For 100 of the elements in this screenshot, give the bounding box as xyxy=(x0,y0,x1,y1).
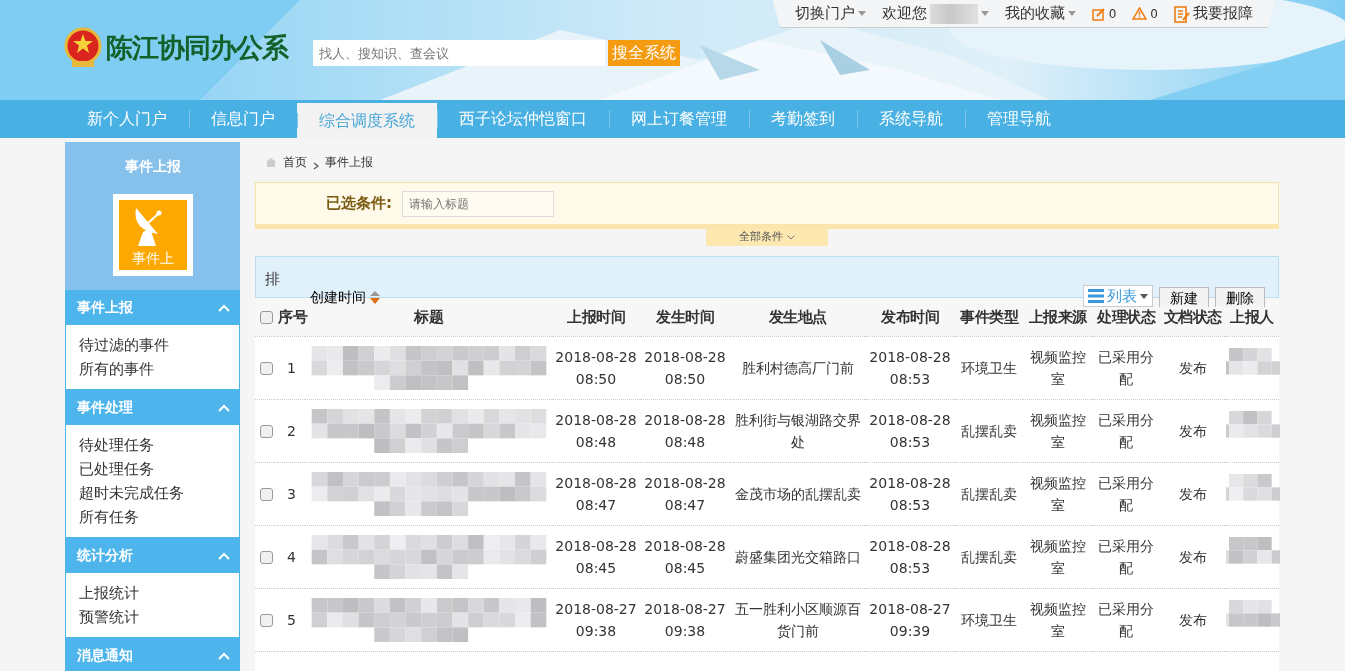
location-text: 五一胜利小区顺源百货门前 xyxy=(734,600,861,639)
list-icon xyxy=(1088,289,1104,303)
location-text: 金茂市场的乱摆乱卖 xyxy=(734,485,861,502)
warning-icon xyxy=(1132,7,1148,20)
sidebar-item[interactable]: 所有任务 xyxy=(79,505,239,529)
clipboard-icon xyxy=(1174,4,1190,23)
blurred-name xyxy=(929,3,978,24)
status-text: 已采用分配 xyxy=(1098,474,1154,513)
section-title: 事件处理 xyxy=(77,398,133,417)
date-time: 2018-08-28 08:53 xyxy=(869,348,951,387)
location-text: 胜利街与银湖路交界处 xyxy=(734,411,861,450)
row-number: 5 xyxy=(287,611,296,628)
date-time: 2018-08-28 08:53 xyxy=(869,411,951,450)
source-text: 视频监控室 xyxy=(1029,348,1086,387)
column-header[interactable]: 发生地点 xyxy=(768,307,827,326)
source-text: 视频监控室 xyxy=(1029,411,1086,450)
date-time: 2018-08-28 08:53 xyxy=(869,474,951,513)
row-checkbox[interactable] xyxy=(260,425,273,438)
emblem-icon xyxy=(64,27,102,69)
breadcrumb-link[interactable]: 首页 xyxy=(283,153,307,171)
column-header[interactable]: 上报时间 xyxy=(567,307,625,326)
date-time: 2018-08-28 08:47 xyxy=(555,474,637,513)
tile-label: 事件上 xyxy=(130,250,175,266)
status-text: 已采用分配 xyxy=(1098,411,1154,450)
sidebar-item[interactable]: 所有的事件 xyxy=(79,357,239,381)
status-text: 已采用分配 xyxy=(1098,600,1154,639)
sidebar-title: 事件上报 xyxy=(123,157,182,176)
status-text: 发布 xyxy=(1178,422,1207,439)
date-time: 2018-08-28 08:48 xyxy=(644,411,726,450)
column-header[interactable]: 处理状态 xyxy=(1097,307,1155,326)
section-title: 事件上报 xyxy=(77,298,133,317)
event-type: 环境卫生 xyxy=(961,359,1017,376)
sidebar-item[interactable]: 待处理任务 xyxy=(79,433,239,457)
column-header[interactable]: 发布时间 xyxy=(881,307,939,326)
column-header[interactable]: 文档状态 xyxy=(1163,307,1222,326)
location-text: 蔚盛集团光交箱路口 xyxy=(734,548,861,565)
date-time: 2018-08-28 08:50 xyxy=(644,348,726,387)
site-title: 陈江协同办公系 xyxy=(106,30,288,65)
edit-icon xyxy=(1091,6,1106,21)
select-all-checkbox[interactable] xyxy=(260,310,273,324)
row-number: 4 xyxy=(287,548,296,565)
sort-field[interactable]: 创建时间 xyxy=(310,287,380,308)
sidebar-item[interactable]: 已处理任务 xyxy=(79,457,239,481)
report-link[interactable]: 我要报障 xyxy=(1193,2,1253,25)
count: 0 xyxy=(1108,5,1117,23)
filter-label: 已选条件: xyxy=(326,193,392,215)
date-time: 2018-08-27 09:38 xyxy=(555,600,637,639)
column-header[interactable]: 序号 xyxy=(278,307,307,326)
date-time: 2018-08-28 08:50 xyxy=(555,348,637,387)
count: 0 xyxy=(1150,5,1158,23)
toolbar-button[interactable]: 新建 xyxy=(1159,287,1209,307)
chevron-right-icon xyxy=(313,162,319,170)
search-field[interactable]: 找人、搜知识、查会议 xyxy=(313,40,605,66)
row-checkbox[interactable] xyxy=(260,614,273,627)
event-type: 环境卫生 xyxy=(961,611,1017,628)
status-text: 发布 xyxy=(1178,611,1207,628)
caret-icon xyxy=(1067,11,1076,16)
sidebar-item[interactable]: 上报统计 xyxy=(79,581,239,605)
column-header[interactable]: 事件类型 xyxy=(960,307,1018,326)
status-text: 发布 xyxy=(1178,485,1207,502)
breadcrumb-link[interactable]: 事件上报 xyxy=(325,153,373,171)
column-header[interactable]: 上报人 xyxy=(1230,307,1274,326)
event-type: 乱摆乱卖 xyxy=(961,548,1017,565)
status-text: 发布 xyxy=(1178,548,1207,565)
event-type: 乱摆乱卖 xyxy=(961,422,1017,439)
row-number: 2 xyxy=(287,422,296,439)
status-text: 发布 xyxy=(1178,359,1207,376)
column-header[interactable]: 发生时间 xyxy=(656,307,714,326)
date-time: 2018-08-28 08:45 xyxy=(555,537,637,576)
sidebar-item[interactable]: 超时未完成任务 xyxy=(79,481,239,505)
date-time: 2018-08-28 08:53 xyxy=(869,537,951,576)
section-title: 统计分析 xyxy=(77,546,133,565)
caret-icon xyxy=(980,11,989,16)
toolbar-button[interactable]: 删除 xyxy=(1215,287,1265,307)
home-icon xyxy=(265,156,277,168)
column-header[interactable]: 上报来源 xyxy=(1028,307,1087,326)
section-title: 消息通知 xyxy=(77,646,133,665)
source-text: 视频监控室 xyxy=(1029,474,1086,513)
date-time: 2018-08-28 08:47 xyxy=(644,474,726,513)
menu-link[interactable]: 切换门户 xyxy=(794,2,855,25)
event-type: 乱摆乱卖 xyxy=(961,485,1017,502)
source-text: 视频监控室 xyxy=(1029,600,1086,639)
sidebar-item[interactable]: 待过滤的事件 xyxy=(79,333,239,357)
row-checkbox[interactable] xyxy=(260,551,273,564)
date-time: 2018-08-28 08:48 xyxy=(555,411,637,450)
title-field[interactable]: 请输入标题 xyxy=(402,190,554,217)
row-number: 1 xyxy=(287,359,296,376)
menu-link[interactable]: 我的收藏 xyxy=(1004,2,1065,25)
location-text: 胜利村德高厂门前 xyxy=(741,359,854,376)
date-time: 2018-08-27 09:38 xyxy=(644,600,726,639)
row-checkbox[interactable] xyxy=(260,362,273,375)
caret-icon xyxy=(857,11,866,16)
status-text: 已采用分配 xyxy=(1098,348,1154,387)
sidebar-item[interactable]: 预警统计 xyxy=(79,605,239,629)
sort-icon xyxy=(370,291,380,304)
sort-label: 排 xyxy=(265,269,280,290)
column-header[interactable]: 标题 xyxy=(414,307,443,326)
conditions-toggle[interactable]: 全部条件 xyxy=(706,229,828,246)
welcome-label: 欢迎您 xyxy=(881,3,927,25)
row-checkbox[interactable] xyxy=(260,488,273,501)
